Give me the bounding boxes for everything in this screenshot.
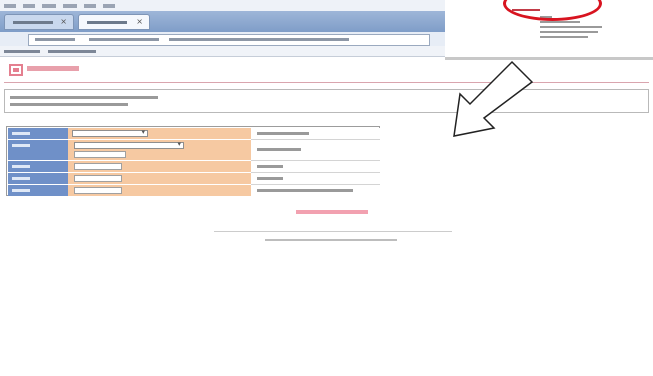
form-label — [8, 140, 68, 161]
menu-item-favorites[interactable] — [63, 4, 77, 8]
form-hint — [251, 185, 380, 196]
tab-title — [87, 21, 127, 24]
bookmarks-bar — [0, 46, 445, 57]
form-hint — [251, 140, 380, 161]
close-icon[interactable]: × — [136, 18, 143, 26]
close-icon[interactable]: × — [60, 18, 67, 26]
form-hint — [251, 173, 380, 185]
notice-line — [10, 103, 128, 106]
panel-line — [540, 26, 602, 28]
bookmark-item[interactable] — [4, 50, 40, 53]
browser-tab-1[interactable]: × — [4, 14, 74, 30]
form-hint — [251, 161, 380, 173]
subcategory-option[interactable] — [74, 151, 126, 158]
browser-menu-bar — [0, 0, 445, 11]
logo-icon — [9, 64, 23, 76]
browser-tab-strip: × × — [0, 11, 445, 32]
menu-item-edit[interactable] — [23, 4, 35, 8]
name-input[interactable] — [74, 163, 122, 170]
category-select[interactable] — [72, 128, 148, 137]
form-cell — [68, 185, 251, 196]
menu-item-tools[interactable] — [84, 4, 96, 8]
down-left-arrow-annotation — [453, 60, 534, 137]
footer-divider — [214, 231, 452, 232]
form-label — [8, 128, 68, 140]
panel-line — [540, 21, 580, 23]
tab-title — [13, 21, 53, 24]
address-bar[interactable] — [28, 34, 430, 46]
form-cell — [68, 173, 251, 185]
inquiry-form — [6, 126, 380, 196]
phone-input[interactable] — [74, 187, 122, 194]
form-cell — [68, 161, 251, 173]
notice-line — [10, 96, 158, 99]
bookmark-item[interactable] — [48, 50, 96, 53]
browser-address-row — [0, 32, 445, 46]
form-cell — [68, 140, 251, 161]
email-input[interactable] — [74, 175, 122, 182]
submit-button[interactable] — [296, 207, 368, 216]
panel-line — [540, 36, 588, 38]
notice-box — [4, 89, 649, 113]
form-label — [8, 173, 68, 185]
browser-tab-2[interactable]: × — [78, 14, 150, 30]
form-label — [8, 161, 68, 173]
panel-line — [540, 31, 598, 33]
page-title — [27, 66, 79, 71]
form-hint — [251, 128, 380, 140]
menu-item-help[interactable] — [103, 4, 115, 8]
form-label — [8, 185, 68, 196]
header-divider — [4, 82, 649, 83]
copyright-text — [265, 239, 397, 241]
menu-item-file[interactable] — [4, 4, 16, 8]
subcategory-select[interactable] — [74, 140, 184, 149]
form-cell — [68, 128, 251, 140]
menu-item-view[interactable] — [42, 4, 56, 8]
